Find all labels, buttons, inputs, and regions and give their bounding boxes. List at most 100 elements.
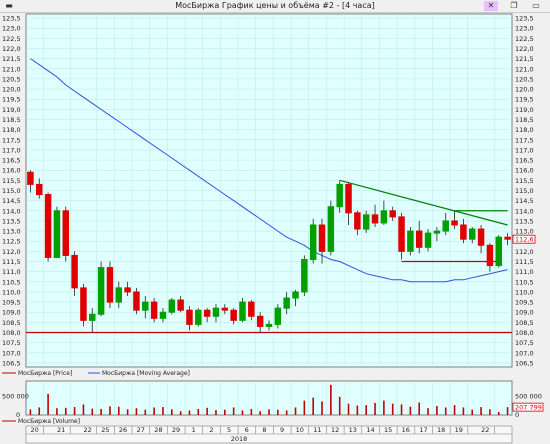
y-tick-right: 120,5 [515,75,534,83]
candle-body [301,258,308,293]
y-tick-right: 108,0 [515,329,534,337]
candle-body [168,299,176,313]
x-tick-label: 22 [481,426,489,434]
x-tick-label: 11 [313,426,321,434]
y-tick-left: 120,5 [2,75,21,83]
y-tick-left: 111,0 [2,268,21,276]
last-price-label: 112,6 [515,236,534,244]
y-tick-right: 106,5 [515,359,534,367]
y-tick-right: 116,0 [515,167,534,175]
candle-body [354,212,361,230]
y-tick-left: 111,5 [2,258,21,266]
candle-body [424,232,432,248]
x-tick-label: 28 [154,426,162,434]
y-tick-left: 112,0 [2,248,21,256]
candle-body [495,236,502,267]
candle-body [389,210,396,218]
chart-canvas[interactable]: 123,5 123,5 123,0 123,0 122,5 122,5 122,0 122,0… [0,13,550,444]
candle-body [71,254,78,289]
y-tick-right: 107,0 [515,349,534,357]
y-tick-left: 120,0 [2,86,21,94]
y-tick-right: 121,0 [515,65,534,73]
candle-body [309,224,317,260]
x-tick-label: 2 [209,426,213,434]
y-tick-right: 123,5 [515,15,534,23]
y-tick-right: 111,5 [515,258,534,266]
candle-body [248,301,255,317]
y-tick-left: 117,5 [2,136,21,144]
window-title: МосБиржа График цены и объёма #2 - [4 ча… [175,1,375,10]
candle-body [186,309,193,325]
candle-body [27,171,34,185]
candle-body [212,307,220,317]
candle-body [256,315,264,327]
candle-body [283,297,290,309]
y-tick-left: 113,5 [2,217,21,225]
legend-price: МосБиржа [Price] [18,370,72,377]
candle-body [80,287,87,321]
x-tick-label: 29 [172,426,180,434]
y-tick-right: 110,5 [515,278,534,286]
candle-body [239,301,246,321]
candle-body [407,230,414,252]
x-tick-label: 5 [227,426,231,434]
candle-body [97,267,105,315]
x-tick-label: 17 [419,426,427,434]
volume-tick-right: 500 000 [515,393,542,401]
candle-body [106,267,114,303]
y-tick-left: 123,0 [2,25,21,33]
close-icon[interactable]: ✕ [484,1,498,11]
candle-body [133,291,140,311]
y-tick-left: 116,0 [2,167,21,175]
y-tick-right: 117,0 [515,146,534,154]
candle-body [195,309,202,325]
y-tick-right: 119,0 [515,106,534,114]
y-tick-right: 118,0 [515,126,534,134]
y-tick-left: 115,0 [2,187,21,195]
y-tick-right: 113,0 [515,228,534,236]
candle-body [362,214,370,230]
candle-body [318,224,326,252]
candle-body [468,228,476,240]
y-tick-right: 112,0 [515,248,534,256]
volume-tick-right: 0 [515,411,519,419]
restore-icon[interactable]: ❐ [507,1,521,11]
x-tick-label: 16 [402,426,410,434]
y-tick-left: 116,5 [2,157,21,165]
x-tick-label: 21 [57,426,65,434]
candle-body [62,210,70,256]
y-tick-right: 113,5 [515,217,534,225]
candle-body [265,323,273,327]
legend-ma: МосБиржа [Moving Average] [102,370,190,377]
x-tick-label: 26 [119,426,127,434]
x-tick-label: 1 [192,426,196,434]
candle-body [115,287,123,303]
y-tick-right: 116,5 [515,157,534,165]
y-tick-right: 115,0 [515,187,534,195]
y-tick-left: 122,0 [2,45,21,53]
candle-body [336,183,343,208]
y-tick-left: 118,5 [2,116,21,124]
x-tick-label: 18 [437,426,445,434]
candle-body [486,244,494,267]
y-tick-left: 109,5 [2,299,21,307]
x-year-label: 2018 [231,435,248,443]
candle-body [292,291,299,299]
x-tick-label: 27 [137,426,145,434]
y-tick-right: 111,0 [515,268,534,276]
y-tick-right: 122,5 [515,35,534,43]
candle-body [477,228,485,246]
x-tick-label: 14 [366,426,374,434]
candle-body [327,206,335,252]
y-tick-left: 115,5 [2,177,21,185]
y-tick-right: 109,0 [515,309,534,317]
volume-tick-left: 500 000 [2,393,29,401]
minimize-icon[interactable]: ▭ [529,1,543,11]
y-tick-left: 114,0 [2,207,21,215]
y-tick-right: 109,5 [515,299,534,307]
x-tick-label: 12 [331,426,339,434]
x-tick-label: 20 [31,426,39,434]
x-tick-label: 22 [84,426,92,434]
y-tick-right: 114,5 [515,197,534,205]
x-tick-label: 10 [296,426,304,434]
